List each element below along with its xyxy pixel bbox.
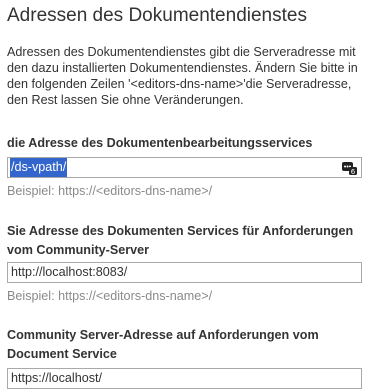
page-title: Adressen des Dokumentendienstes xyxy=(7,5,307,26)
community-server-address-input[interactable]: https://localhost/ xyxy=(7,368,362,389)
password-manager-icon[interactable]: 6 xyxy=(341,160,357,176)
password-manager-badge: 6 xyxy=(351,168,356,175)
field-label-document-service-for-community: Sie Adresse des Dokumenten Services für … xyxy=(7,224,354,257)
document-service-community-url-value: http://localhost:8083/ xyxy=(11,265,128,279)
field-label-community-server-address: Community Server-Adresse auf Anforderung… xyxy=(7,328,319,361)
community-server-address-value: https://localhost/ xyxy=(11,371,103,385)
field-example-document-editing-service: Beispiel: https://<editors-dns-name>/ xyxy=(7,184,213,198)
field-example-document-service-for-community: Beispiel: https://<editors-dns-name>/ xyxy=(7,289,213,303)
field-label-document-editing-service: die Adresse des Dokumentenbearbeitungsse… xyxy=(7,136,313,150)
password-manager-icon-graphic: 6 xyxy=(342,162,357,176)
document-service-community-url-input[interactable]: http://localhost:8083/ xyxy=(7,262,362,283)
page-description: Adressen des Dokumentendienstes gibt die… xyxy=(7,45,358,107)
document-editing-service-url-input[interactable]: /ds-vpath/ 6 xyxy=(7,157,362,178)
document-editing-service-url-value: /ds-vpath/ xyxy=(10,158,68,177)
